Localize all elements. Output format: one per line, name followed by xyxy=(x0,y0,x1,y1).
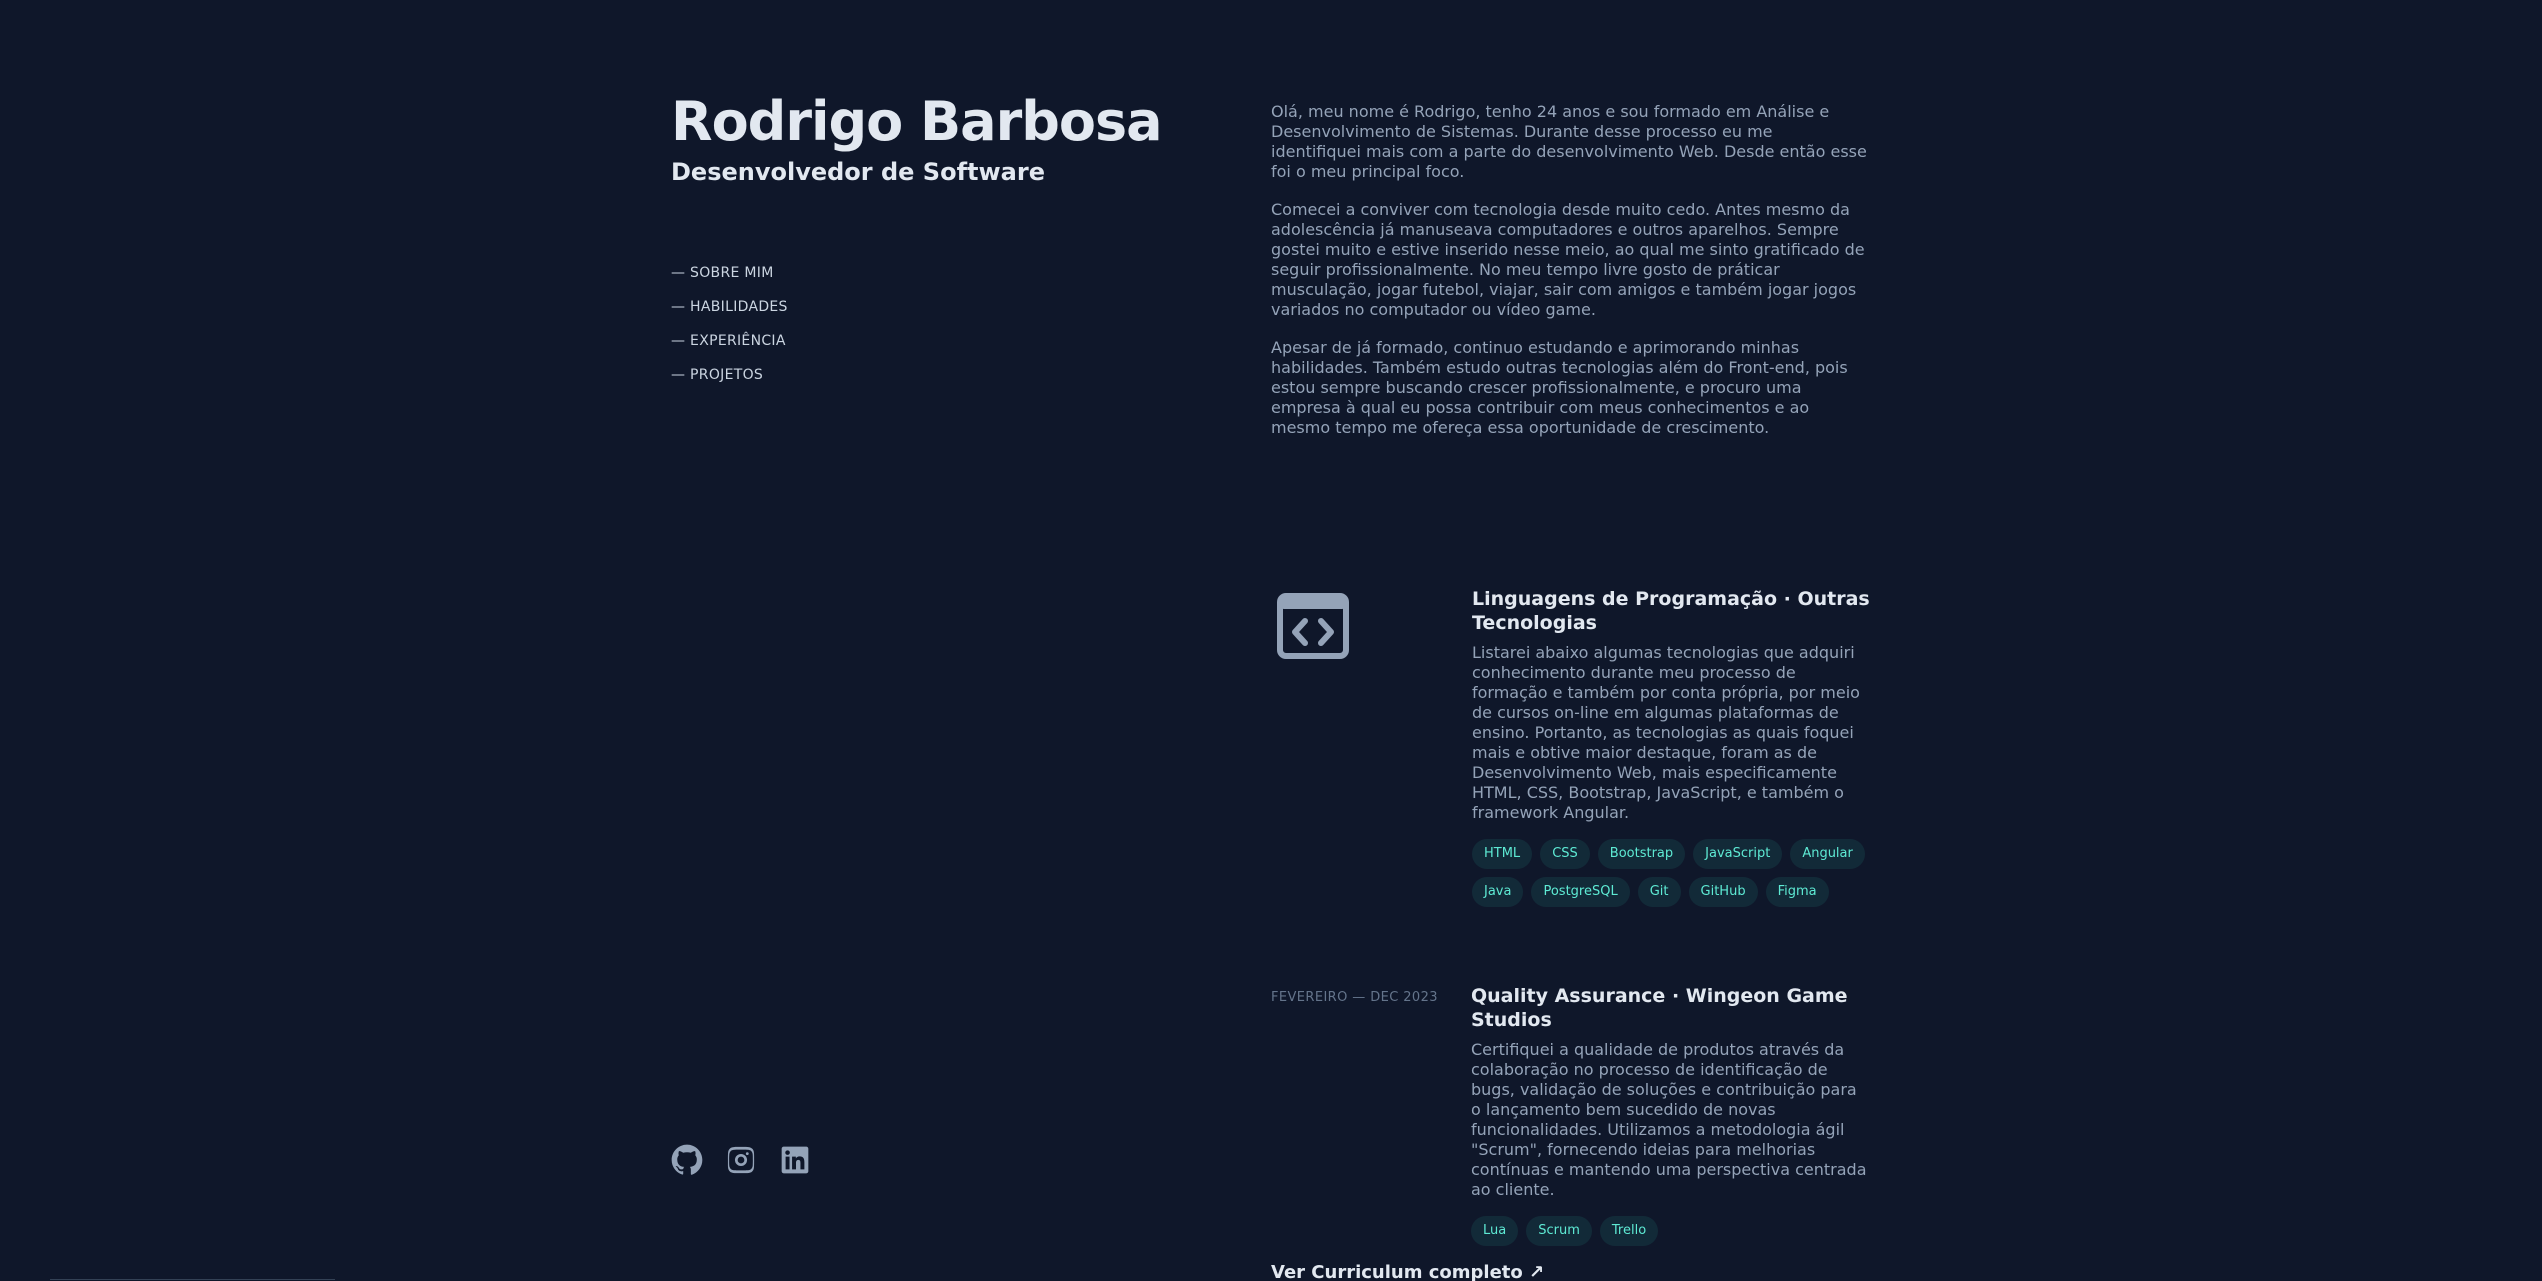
page: Rodrigo Barbosa Desenvolvedor de Softwar… xyxy=(0,0,2542,1281)
tag-git: Git xyxy=(1637,877,1681,907)
tag-lua: Lua xyxy=(1471,1216,1519,1246)
resume-link[interactable]: Ver Curriculum completo ↗ xyxy=(1271,1262,1544,1281)
subtitle-role: Desenvolvedor de Software xyxy=(671,158,1045,186)
skills-card-side xyxy=(1271,587,1456,663)
experience-description: Certifiquei a qualidade de produtos atra… xyxy=(1471,1040,1867,1199)
nav-item-experiencia[interactable]: — EXPERIÊNCIA xyxy=(671,332,1231,366)
skills-card-body: Linguagens de Programação · Outras Tecno… xyxy=(1472,587,1872,907)
divider xyxy=(50,1279,335,1280)
about-paragraph: Comecei a conviver com tecnologia desde … xyxy=(1271,200,1865,319)
about-paragraph: Olá, meu nome é Rodrigo, tenho 24 anos e… xyxy=(1271,102,1867,181)
tag-css: CSS xyxy=(1540,839,1590,869)
skills-card[interactable]: Linguagens de Programação · Outras Tecno… xyxy=(1271,587,1871,927)
github-icon xyxy=(671,1144,703,1175)
code-window-icon xyxy=(1277,593,1349,659)
left-column: Rodrigo Barbosa Desenvolvedor de Softwar… xyxy=(671,90,1231,400)
section-nav: — SOBRE MIM — HABILIDADES — EXPERIÊNCIA … xyxy=(671,264,1231,400)
experience-card-side: FEVEREIRO — DEC 2023 xyxy=(1271,984,1456,1005)
experience-card-body: Quality Assurance · Wingeon Game Studios… xyxy=(1471,984,1871,1246)
about-section: Olá, meu nome é Rodrigo, tenho 24 anos e… xyxy=(1271,102,1867,456)
github-link[interactable] xyxy=(671,1144,703,1176)
tag-html: HTML xyxy=(1472,839,1533,869)
experience-title: Quality Assurance · Wingeon Game Studios xyxy=(1471,985,1848,1031)
tag-github: GitHub xyxy=(1688,877,1758,907)
tag-trello: Trello xyxy=(1599,1216,1659,1246)
tag-java: Java xyxy=(1472,877,1524,907)
tag-angular: Angular xyxy=(1790,839,1865,869)
social-links xyxy=(671,1144,811,1176)
linkedin-icon xyxy=(781,1146,809,1174)
instagram-icon xyxy=(727,1146,755,1174)
nav-item-sobre-mim[interactable]: — SOBRE MIM xyxy=(671,264,1231,298)
tag-bootstrap: Bootstrap xyxy=(1597,839,1686,869)
instagram-link[interactable] xyxy=(725,1144,757,1176)
experience-card[interactable]: FEVEREIRO — DEC 2023 Quality Assurance ·… xyxy=(1271,984,1871,1246)
tag-figma: Figma xyxy=(1765,877,1829,907)
tag-postgresql: PostgreSQL xyxy=(1531,877,1630,907)
experience-tags: Lua Scrum Trello xyxy=(1471,1216,1871,1246)
experience-period: FEVEREIRO — DEC 2023 xyxy=(1271,990,1438,1005)
about-paragraph: Apesar de já formado, continuo estudando… xyxy=(1271,338,1848,437)
skills-title: Linguagens de Programação · Outras Tecno… xyxy=(1472,588,1870,634)
skills-tags: HTML CSS Bootstrap JavaScript Angular Ja… xyxy=(1472,839,1872,907)
nav-item-habilidades[interactable]: — HABILIDADES xyxy=(671,298,1231,332)
skills-description: Listarei abaixo algumas tecnologias que … xyxy=(1472,643,1860,822)
tag-javascript: JavaScript xyxy=(1693,839,1783,869)
linkedin-link[interactable] xyxy=(779,1144,811,1176)
tag-scrum: Scrum xyxy=(1526,1216,1592,1246)
page-title: Rodrigo Barbosa xyxy=(671,90,1163,153)
nav-item-projetos[interactable]: — PROJETOS xyxy=(671,366,1231,400)
